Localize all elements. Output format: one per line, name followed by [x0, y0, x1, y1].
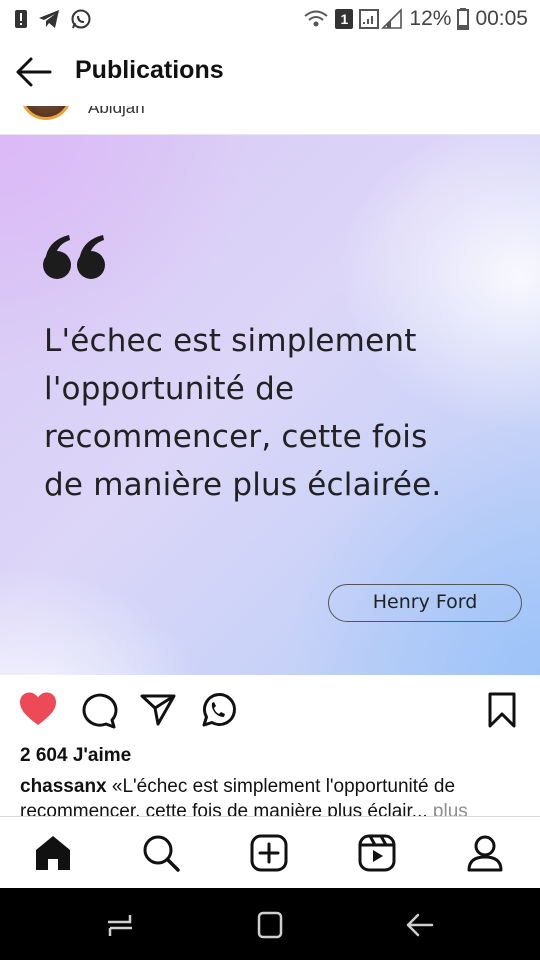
alert-icon — [14, 9, 28, 29]
home-system-button[interactable] — [250, 910, 290, 940]
quote-line: L'échec est simplement — [44, 323, 417, 359]
recents-button[interactable] — [100, 910, 140, 940]
page-title: Publications — [75, 56, 224, 84]
bookmark-button[interactable] — [482, 690, 522, 730]
nav-search[interactable] — [141, 833, 181, 873]
home-icon — [36, 836, 70, 870]
telegram-icon — [38, 9, 60, 29]
profile-icon — [467, 835, 503, 872]
signal-icon — [359, 8, 403, 30]
recents-icon — [108, 915, 132, 936]
nav-profile[interactable] — [465, 833, 505, 873]
post-image[interactable]: L'échec est simplement l'opportunité de … — [0, 134, 540, 675]
arrow-left-icon — [16, 57, 52, 87]
share-icon — [140, 694, 176, 726]
more-link[interactable]: plus — [433, 801, 468, 816]
nav-reels[interactable] — [357, 833, 397, 873]
post-actions — [0, 690, 540, 732]
like-button[interactable] — [18, 690, 58, 730]
quote-mark-icon — [42, 231, 108, 286]
new-post-icon — [250, 834, 288, 872]
quote-line: recommencer, cette fois — [44, 419, 428, 455]
clock: 00:05 — [475, 7, 528, 30]
bottom-nav — [0, 816, 540, 888]
battery-percent: 12% — [409, 7, 452, 30]
wifi-icon — [303, 9, 329, 29]
likes-count[interactable]: 2 604 J'aime — [20, 745, 131, 767]
back-button[interactable] — [14, 54, 58, 90]
battery-icon — [457, 8, 470, 30]
whatsapp-share-button[interactable] — [198, 690, 238, 730]
status-bar: 1 12% 00:05 — [0, 0, 540, 38]
comment-icon — [82, 693, 118, 729]
heart-icon — [20, 692, 56, 725]
whatsapp-icon — [70, 8, 92, 30]
back-system-button[interactable] — [400, 910, 440, 940]
bookmark-icon — [488, 692, 516, 728]
whatsapp-icon — [202, 693, 236, 727]
quote-line: de manière plus éclairée. — [44, 467, 442, 503]
back-icon — [406, 913, 434, 937]
nav-new-post[interactable] — [249, 833, 289, 873]
comment-button[interactable] — [78, 690, 118, 730]
quote-line: l'opportunité de — [44, 371, 295, 407]
quote-text: L'échec est simplement l'opportunité de … — [44, 317, 504, 509]
author-pill: Henry Ford — [328, 584, 522, 622]
sim-badge: 1 — [335, 9, 354, 29]
share-button[interactable] — [138, 690, 178, 730]
search-icon — [143, 835, 180, 872]
system-nav-bar — [0, 888, 540, 960]
top-header: Publications — [0, 38, 540, 106]
home-square-icon — [257, 911, 283, 939]
caption-username[interactable]: chassanx — [20, 776, 107, 797]
post-caption[interactable]: chassanx «L'échec est simplement l'oppor… — [20, 774, 530, 816]
reels-icon — [358, 834, 396, 872]
nav-home[interactable] — [33, 833, 73, 873]
